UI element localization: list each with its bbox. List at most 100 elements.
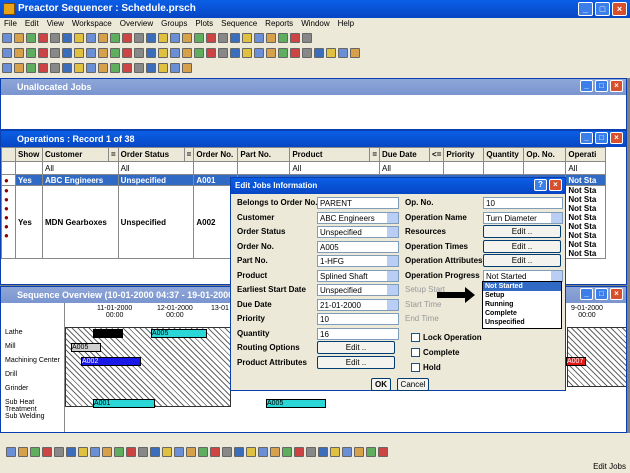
maximize-button[interactable]: □ [595, 80, 608, 92]
toolbar-button[interactable] [50, 48, 60, 58]
menu-plots[interactable]: Plots [195, 18, 213, 30]
gantt-bar[interactable]: A005 [266, 399, 326, 408]
toolbar-button[interactable] [110, 33, 120, 43]
toolbar-button[interactable] [170, 33, 180, 43]
menu-overview[interactable]: Overview [120, 18, 153, 30]
toolbar-button[interactable] [158, 63, 168, 73]
filter-due[interactable]: All [379, 161, 445, 175]
close-button[interactable]: × [610, 288, 623, 300]
toolbar-button[interactable] [126, 447, 136, 457]
toolbar-button[interactable] [290, 33, 300, 43]
filter-operation[interactable]: All [565, 161, 607, 175]
operation-progress-list[interactable]: Not Started Setup Running Complete Unspe… [482, 281, 562, 329]
field-input[interactable]: Unspecified [317, 226, 399, 238]
col-part-no[interactable]: Part No. [237, 147, 291, 162]
toolbar-button[interactable] [254, 33, 264, 43]
toolbar-button[interactable] [30, 447, 40, 457]
minimize-button[interactable]: _ [580, 288, 593, 300]
edit-button[interactable]: Edit .. [483, 239, 561, 253]
toolbar-button[interactable] [6, 447, 16, 457]
toolbar-button[interactable] [174, 447, 184, 457]
toolbar-button[interactable] [206, 48, 216, 58]
col-order-no[interactable]: Order No. [193, 147, 239, 162]
toolbar-button[interactable] [146, 63, 156, 73]
field-input[interactable]: 10 [317, 313, 399, 325]
toolbar-button[interactable] [14, 33, 24, 43]
menu-view[interactable]: View [47, 18, 64, 30]
toolbar-button[interactable] [26, 63, 36, 73]
filter-product[interactable]: All [289, 161, 381, 175]
toolbar-button[interactable] [146, 33, 156, 43]
field-input[interactable]: Not Started [483, 269, 563, 282]
toolbar-button[interactable] [206, 33, 216, 43]
minimize-button[interactable]: _ [580, 132, 593, 144]
filter-status[interactable]: All [117, 161, 195, 175]
toolbar-button[interactable] [134, 33, 144, 43]
toolbar-button[interactable] [74, 63, 84, 73]
menu-window[interactable]: Window [301, 18, 329, 30]
toolbar-button[interactable] [254, 48, 264, 58]
col-quantity[interactable]: Quantity [483, 147, 525, 162]
toolbar-button[interactable] [258, 447, 268, 457]
toolbar-button[interactable] [98, 48, 108, 58]
list-item[interactable]: Complete [483, 309, 561, 318]
minimize-button[interactable]: _ [580, 80, 593, 92]
complete-checkbox[interactable] [411, 348, 420, 357]
toolbar-button[interactable] [278, 48, 288, 58]
maximize-button[interactable]: □ [595, 2, 610, 16]
close-button[interactable]: × [610, 80, 623, 92]
toolbar-button[interactable] [330, 447, 340, 457]
toolbar-button[interactable] [218, 33, 228, 43]
toolbar-button[interactable] [2, 33, 12, 43]
toolbar-button[interactable] [242, 33, 252, 43]
toolbar-button[interactable] [354, 447, 364, 457]
toolbar-button[interactable] [102, 447, 112, 457]
toolbar-button[interactable] [18, 447, 28, 457]
toolbar-button[interactable] [266, 33, 276, 43]
toolbar-button[interactable] [38, 48, 48, 58]
toolbar-button[interactable] [62, 63, 72, 73]
field-input[interactable]: ABC Engineers [317, 211, 399, 224]
toolbar-button[interactable] [218, 48, 228, 58]
toolbar-button[interactable] [66, 447, 76, 457]
field-input[interactable]: 10 [483, 197, 563, 209]
field-input[interactable]: PARENT [317, 197, 399, 209]
toolbar-button[interactable] [158, 33, 168, 43]
maximize-button[interactable]: □ [595, 132, 608, 144]
toolbar-button[interactable] [314, 48, 324, 58]
toolbar-button[interactable] [234, 447, 244, 457]
toolbar-button[interactable] [54, 447, 64, 457]
toolbar-button[interactable] [146, 48, 156, 58]
menu-reports[interactable]: Reports [265, 18, 293, 30]
toolbar-button[interactable] [114, 447, 124, 457]
toolbar-button[interactable] [74, 48, 84, 58]
menu-workspace[interactable]: Workspace [72, 18, 112, 30]
toolbar-button[interactable] [290, 48, 300, 58]
toolbar-button[interactable] [338, 48, 348, 58]
toolbar-button[interactable] [210, 447, 220, 457]
toolbar-button[interactable] [266, 48, 276, 58]
toolbar-button[interactable] [342, 447, 352, 457]
toolbar-button[interactable] [26, 48, 36, 58]
toolbar-button[interactable] [38, 33, 48, 43]
toolbar-button[interactable] [2, 48, 12, 58]
toolbar-button[interactable] [42, 447, 52, 457]
toolbar-button[interactable] [318, 447, 328, 457]
toolbar-button[interactable] [302, 33, 312, 43]
gantt-bar[interactable]: A005 [151, 329, 207, 338]
toolbar-button[interactable] [62, 33, 72, 43]
toolbar-button[interactable] [182, 48, 192, 58]
menu-sequence[interactable]: Sequence [221, 18, 257, 30]
col-priority[interactable]: Priority [443, 147, 485, 162]
menu-groups[interactable]: Groups [161, 18, 187, 30]
toolbar-button[interactable] [270, 447, 280, 457]
help-button[interactable]: ? [534, 179, 547, 191]
toolbar-button[interactable] [230, 48, 240, 58]
toolbar-button[interactable] [246, 447, 256, 457]
list-item[interactable]: Not Started [483, 282, 561, 291]
list-item[interactable]: Setup [483, 291, 561, 300]
gantt-bar[interactable]: A005 [71, 343, 101, 352]
close-button[interactable]: × [612, 2, 627, 16]
toolbar-button[interactable] [170, 63, 180, 73]
toolbar-button[interactable] [90, 447, 100, 457]
